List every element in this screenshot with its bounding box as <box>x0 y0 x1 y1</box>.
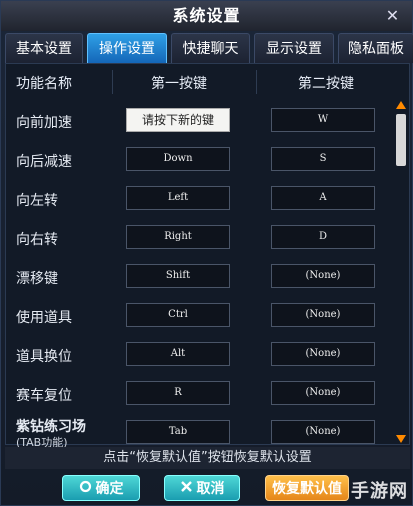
row-label: 漂移键 <box>16 271 58 287</box>
cross-icon <box>180 476 193 502</box>
scrollbar[interactable] <box>395 100 407 444</box>
row-label: 向左转 <box>16 193 58 209</box>
confirm-button[interactable]: 确定 <box>62 475 140 501</box>
scroll-up-arrow-icon[interactable] <box>395 100 407 110</box>
tab-control-settings[interactable]: 操作设置 <box>87 33 167 63</box>
keybinding-row: 向左转 Left A <box>6 180 398 218</box>
window-title: 系统设置 <box>172 6 241 25</box>
keybinding-row: 向后减速 Down S <box>6 141 398 179</box>
row-label: 道具换位 <box>16 349 72 365</box>
circle-icon <box>79 476 92 502</box>
row-label: 向右转 <box>16 232 58 248</box>
column-second-key: 第二按键 <box>298 76 354 92</box>
close-icon[interactable]: ✕ <box>382 5 404 27</box>
confirm-label: 确定 <box>95 481 124 497</box>
row-label: 使用道具 <box>16 310 72 326</box>
tab-quick-chat[interactable]: 快捷聊天 <box>171 33 250 63</box>
scroll-down-arrow-icon[interactable] <box>395 434 407 444</box>
second-key-box[interactable]: W <box>271 108 375 132</box>
first-key-box[interactable]: Ctrl <box>126 303 230 327</box>
first-key-box[interactable]: Shift <box>126 264 230 288</box>
reset-default-button[interactable]: 恢复默认值 <box>265 475 349 501</box>
scroll-thumb[interactable] <box>396 114 406 166</box>
row-label: 向后减速 <box>16 154 72 170</box>
first-key-box[interactable]: R <box>126 381 230 405</box>
column-function-name: 功能名称 <box>16 76 72 92</box>
column-header: 功能名称 第一按键 第二按键 <box>6 64 396 100</box>
watermark-logo: 手游网 <box>351 481 408 502</box>
first-key-box[interactable]: 请按下新的键 <box>126 108 230 132</box>
second-key-box[interactable]: (None) <box>271 420 375 444</box>
row-label: 向前加速 <box>16 115 72 131</box>
row-label: 紫钻练习场 <box>16 419 86 435</box>
second-key-box[interactable]: S <box>271 147 375 171</box>
keybinding-row: 使用道具 Ctrl (None) <box>6 297 398 335</box>
tab-basic-settings[interactable]: 基本设置 <box>5 33 83 63</box>
cancel-label: 取消 <box>196 481 225 497</box>
second-key-box[interactable]: A <box>271 186 375 210</box>
keybinding-row: 漂移键 Shift (None) <box>6 258 398 296</box>
first-key-box[interactable]: Tab <box>126 420 230 444</box>
column-first-key: 第一按键 <box>151 76 207 92</box>
keybinding-panel: 功能名称 第一按键 第二按键 向前加速 请按下新的键 W 向后减速 Down S… <box>5 63 410 449</box>
first-key-box[interactable]: Left <box>126 186 230 210</box>
second-key-box[interactable]: D <box>271 225 375 249</box>
second-key-box[interactable]: (None) <box>271 381 375 405</box>
tab-privacy-panel[interactable]: 隐私面板 <box>338 33 413 63</box>
tab-display-settings[interactable]: 显示设置 <box>254 33 334 63</box>
hint-text: 点击“恢复默认值”按钮恢复默认设置 <box>5 447 410 469</box>
settings-window: 系统设置 ✕ 基本设置 操作设置 快捷聊天 显示设置 隐私面板 功能名称 第一按… <box>0 0 413 506</box>
keybinding-row: 向右转 Right D <box>6 219 398 257</box>
first-key-box[interactable]: Alt <box>126 342 230 366</box>
tab-bar: 基本设置 操作设置 快捷聊天 显示设置 隐私面板 <box>1 33 413 63</box>
second-key-box[interactable]: (None) <box>271 303 375 327</box>
first-key-box[interactable]: Right <box>126 225 230 249</box>
keybinding-row: 道具换位 Alt (None) <box>6 336 398 374</box>
cancel-button[interactable]: 取消 <box>164 475 240 501</box>
keybinding-row: 向前加速 请按下新的键 W <box>6 102 398 140</box>
second-key-box[interactable]: (None) <box>271 264 375 288</box>
first-key-box[interactable]: Down <box>126 147 230 171</box>
second-key-box[interactable]: (None) <box>271 342 375 366</box>
keybinding-row: 赛车复位 R (None) <box>6 375 398 413</box>
row-label: 赛车复位 <box>16 388 72 404</box>
title-bar: 系统设置 ✕ <box>1 1 412 31</box>
